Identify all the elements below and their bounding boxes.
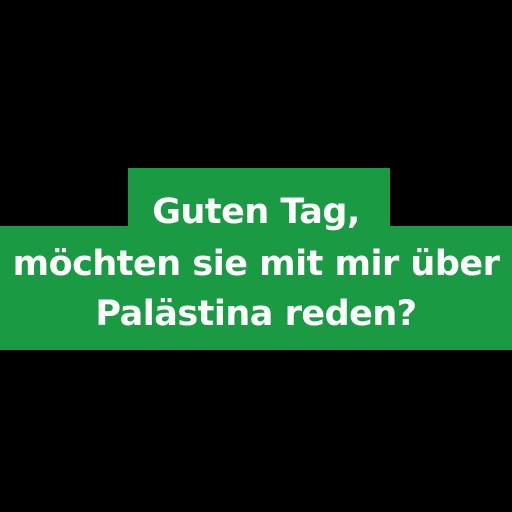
message-line-2: möchten sie mit mir über	[12, 244, 500, 284]
message-line-1: Guten Tag,	[152, 192, 360, 232]
sticker-canvas: Guten Tag, möchten sie mit mir über Palä…	[0, 0, 512, 512]
message-line-3: Palästina reden?	[95, 294, 417, 334]
